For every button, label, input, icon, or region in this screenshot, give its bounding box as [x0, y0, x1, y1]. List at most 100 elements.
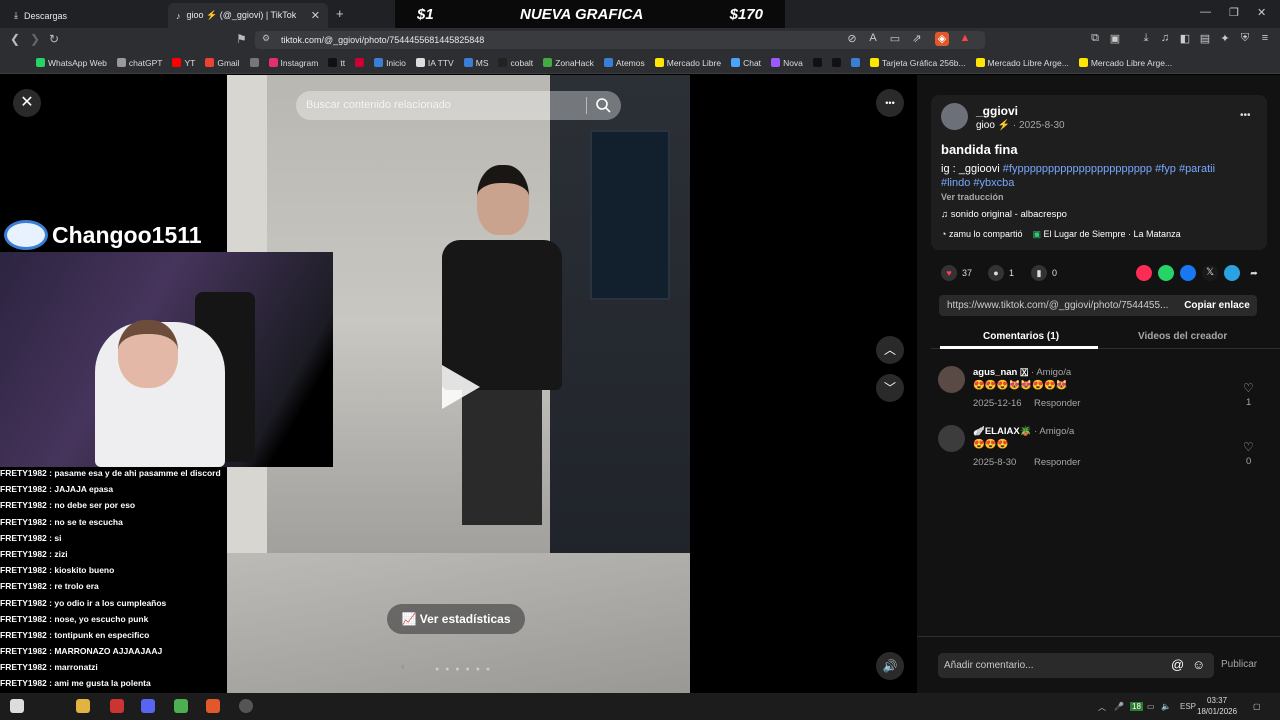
sidebar-icon[interactable]: ◧ [1178, 32, 1192, 46]
next-post-button[interactable]: ﹀ [876, 374, 904, 402]
keyboard-language[interactable]: ESP [1180, 702, 1196, 711]
bookmark-item[interactable]: ZonaHack [543, 58, 594, 68]
new-tab-button[interactable]: + [336, 6, 344, 21]
app-icon[interactable] [110, 699, 124, 713]
translate-link[interactable]: Ver traducción [941, 192, 1004, 202]
bookmark-item[interactable]: Inicio [374, 58, 406, 68]
comment-like-icon[interactable]: ♡ [1243, 440, 1254, 454]
rewards-icon[interactable]: ▲ [958, 32, 972, 46]
close-viewer-button[interactable]: ✕ [13, 89, 41, 117]
bookmark-item[interactable]: Mercado Libre Arge... [1078, 58, 1172, 68]
wallet-icon[interactable]: ▣ [1108, 32, 1122, 46]
facebook-icon[interactable] [1180, 265, 1196, 281]
repost-icon[interactable] [1136, 265, 1152, 281]
start-icon[interactable] [10, 699, 24, 713]
prev-photo-icon[interactable]: ‹ [401, 661, 405, 673]
whatsapp-icon[interactable] [1158, 265, 1174, 281]
tab-descargas[interactable]: ⤓ Descargas [6, 3, 156, 28]
previous-post-button[interactable]: ︿ [876, 336, 904, 364]
bookmark-item[interactable]: Nova [771, 58, 803, 68]
avatar[interactable] [938, 425, 965, 452]
media-icon[interactable]: ♫ [1158, 32, 1172, 46]
avatar[interactable] [941, 103, 968, 130]
post-more-icon[interactable]: ••• [1240, 110, 1251, 121]
avatar[interactable] [938, 366, 965, 393]
bookmark-item[interactable]: tt [328, 58, 345, 68]
site-info-icon[interactable]: ⚙ [262, 33, 270, 44]
comment-author[interactable]: 🪽ELAIAX🪴 [973, 426, 1032, 437]
bookmark-item[interactable]: Instagram [268, 58, 318, 68]
search-icon[interactable] [595, 97, 611, 113]
mic-icon[interactable]: 🎤 [1114, 702, 1124, 711]
obs-icon[interactable] [239, 699, 253, 713]
telegram-icon[interactable] [1224, 265, 1240, 281]
reply-button[interactable]: Responder [1034, 457, 1080, 468]
forward-icon[interactable]: ❯ [30, 32, 40, 46]
bookmark-item[interactable] [249, 58, 259, 67]
mention-icon[interactable]: @ [1171, 657, 1184, 672]
cast-icon[interactable]: ▭ [888, 32, 902, 46]
related-search-input[interactable]: Buscar contenido relacionado [296, 91, 621, 120]
reader-icon[interactable]: ⊘ [845, 32, 859, 46]
tab-tiktok[interactable]: ♪ gioo ⚡ (@_ggiovi) | TikTok ✕ [168, 3, 328, 28]
back-icon[interactable]: ❮ [10, 32, 20, 46]
brave-shield-icon[interactable]: ◈ [935, 32, 949, 46]
author-username[interactable]: _ggiovi [976, 104, 1018, 118]
bookmark-item[interactable] [355, 58, 365, 67]
restore-icon[interactable]: ❐ [1229, 6, 1239, 19]
minimize-icon[interactable]: — [1200, 6, 1211, 18]
sound-link[interactable]: ♫ sonido original - albacrespo [941, 209, 1067, 220]
publish-button[interactable]: Publicar [1221, 659, 1257, 670]
bookmark-item[interactable]: Mercado Libre [654, 58, 721, 68]
network-icon[interactable]: ▭ [1147, 702, 1155, 711]
x-icon[interactable]: 𝕏 [1202, 265, 1218, 281]
volume-button[interactable]: 🔊 [876, 652, 904, 680]
brave-icon[interactable] [206, 699, 220, 713]
play-icon[interactable] [442, 365, 480, 409]
view-stats-button[interactable]: 📈 Ver estadísticas [387, 604, 525, 634]
close-tab-icon[interactable]: ✕ [311, 9, 320, 22]
shared-by[interactable]: ◔ zamu lo compartió [941, 229, 1022, 240]
tray-chevron-icon[interactable]: ︿ [1098, 702, 1106, 713]
hashtag-links[interactable]: #fypppppppppppppppppppppp #fyp #paratii [1003, 163, 1215, 175]
tab-comments[interactable]: Comentarios (1) [983, 331, 1059, 342]
bookmark-item[interactable]: YT [172, 58, 195, 68]
explorer-icon[interactable] [76, 699, 90, 713]
share-icon[interactable]: ⇗ [910, 32, 924, 46]
comment-button[interactable]: ● 1 [988, 264, 1014, 282]
notifications-icon[interactable]: ▢ [1253, 702, 1261, 711]
bookmark-item[interactable]: Chat [731, 58, 761, 68]
bookmark-item[interactable]: IA TTV [415, 58, 454, 68]
app-icon[interactable] [174, 699, 188, 713]
translate-icon[interactable]: A [866, 32, 880, 46]
volume-tray-icon[interactable]: 🔈 [1161, 702, 1171, 711]
like-button[interactable]: ♥ 37 [941, 264, 972, 282]
bookmark-item[interactable]: cobalt [498, 58, 533, 68]
share-arrow-icon[interactable]: ➦ [1246, 265, 1262, 281]
vpn-icon[interactable]: ⛨ [1238, 32, 1252, 46]
clock[interactable]: 03:37 18/01/2026 [1197, 695, 1237, 717]
bookmark-item[interactable] [831, 58, 841, 67]
leo-icon[interactable]: ✦ [1218, 32, 1232, 46]
bookmark-item[interactable]: Atemos [603, 58, 645, 68]
copy-link-button[interactable]: Copiar enlace [1178, 295, 1256, 316]
bookmark-item[interactable] [850, 58, 860, 67]
bookmark-item[interactable]: chatGPT [116, 58, 162, 68]
bookmark-item[interactable]: Tarjeta Gráfica 256b... [869, 58, 966, 68]
reload-icon[interactable]: ↻ [49, 32, 59, 46]
bookmark-icon[interactable]: ⚑ [236, 32, 247, 46]
tray-app-icon[interactable]: 18 [1130, 702, 1143, 711]
save-button[interactable]: ▮ 0 [1031, 264, 1057, 282]
location-link[interactable]: ▣ El Lugar de Siempre · La Matanza [1032, 229, 1180, 240]
hashtag-links-2[interactable]: #lindo #ybxcba [941, 177, 1014, 189]
extensions-icon[interactable]: ⧉ [1088, 32, 1102, 46]
comment-author[interactable]: agus_nan 🇽 [973, 367, 1028, 378]
more-options-button[interactable]: ••• [876, 89, 904, 117]
bookmark-item[interactable]: Mercado Libre Arge... [975, 58, 1069, 68]
bookmark-item[interactable]: Gmail [205, 58, 240, 68]
close-window-icon[interactable]: ✕ [1257, 6, 1266, 19]
tab-creator-videos[interactable]: Videos del creador [1138, 331, 1227, 342]
download-toolbar-icon[interactable]: ⤓ [1139, 32, 1153, 46]
reply-button[interactable]: Responder [1034, 398, 1080, 409]
menu-icon[interactable]: ≡ [1258, 32, 1272, 46]
